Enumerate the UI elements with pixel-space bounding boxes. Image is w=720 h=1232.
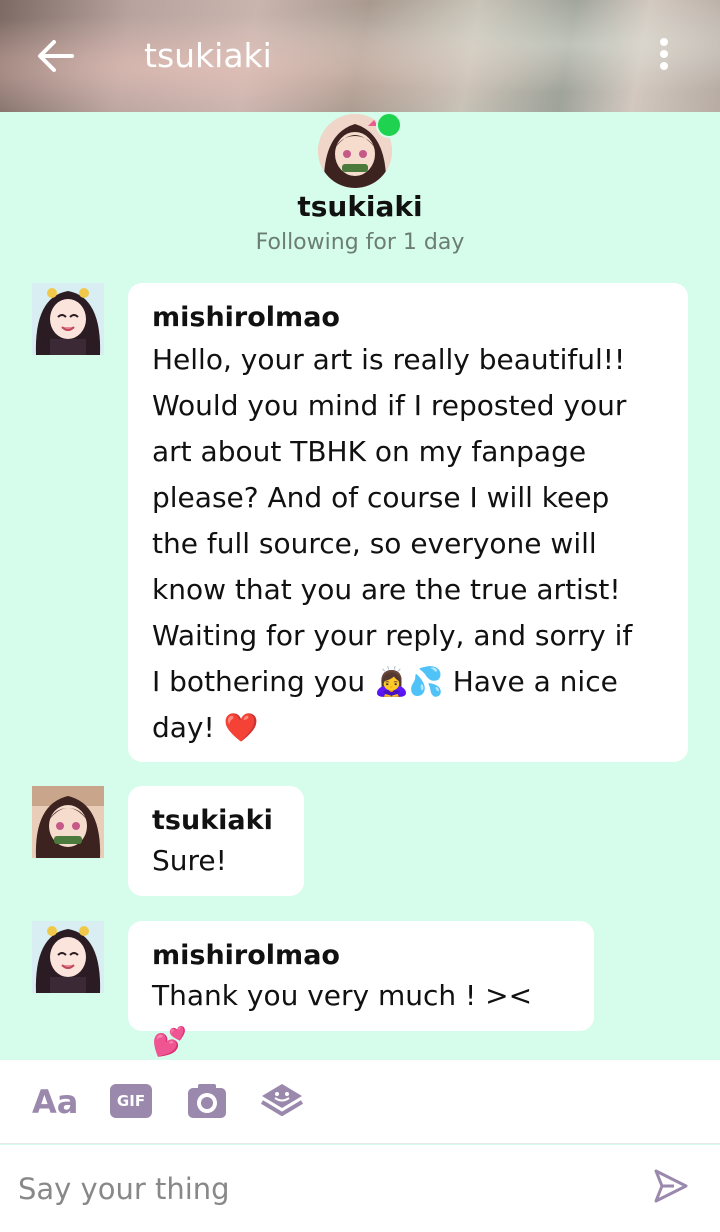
- camera-button[interactable]: [186, 1082, 228, 1122]
- message-line: I bothering you 🙇‍♀️💦 Have a nice: [152, 665, 618, 698]
- message-text: Hello, your art is really beautiful!! Wo…: [152, 337, 664, 751]
- message-line: Waiting for your reply, and sorry if: [152, 619, 633, 652]
- message-line: art about TBHK on my fanpage: [152, 435, 587, 468]
- message-line: the full source, so everyone will: [152, 527, 597, 560]
- chat-header: tsukiaki: [0, 0, 720, 112]
- sender-avatar[interactable]: [32, 921, 104, 993]
- following-duration: Following for 1 day: [255, 230, 465, 255]
- composer-toolbar: Aa GIF: [0, 1060, 720, 1144]
- message-line: Hello, your art is really beautiful!!: [152, 343, 626, 376]
- send-button[interactable]: [652, 1167, 690, 1205]
- composer: [0, 1145, 720, 1232]
- sender-avatar[interactable]: [32, 786, 104, 858]
- message-input[interactable]: [18, 1165, 618, 1213]
- message-text: Thank you very much ! >< 💕: [152, 973, 570, 1065]
- arrow-left-icon: [38, 40, 74, 72]
- message-bubble[interactable]: tsukiaki Sure!: [128, 786, 304, 896]
- avatar-illustration: [32, 786, 104, 858]
- message-bubble[interactable]: mishirolmao Hello, your art is really be…: [128, 283, 688, 762]
- message-line: Sure!: [152, 844, 227, 877]
- message-line: day! ❤️: [152, 711, 259, 744]
- gif-button[interactable]: GIF: [110, 1084, 152, 1118]
- send-icon: [654, 1169, 688, 1203]
- message-line: Would you mind if I reposted your: [152, 389, 627, 422]
- message-line: Thank you very much ! >< 💕: [152, 979, 533, 1058]
- more-options-button[interactable]: [650, 36, 678, 76]
- message-sender: mishirolmao: [152, 302, 340, 333]
- sender-avatar[interactable]: [32, 283, 104, 355]
- text-style-button[interactable]: Aa: [32, 1082, 80, 1122]
- message-line: please? And of course I will keep: [152, 481, 610, 514]
- message-sender: tsukiaki: [152, 805, 273, 836]
- profile-name[interactable]: tsukiaki: [0, 190, 720, 223]
- back-button[interactable]: [34, 36, 78, 76]
- message-line: know that you are the true artist!: [152, 573, 621, 606]
- avatar-illustration: [32, 921, 104, 993]
- more-vertical-icon: [650, 38, 678, 70]
- conversation-title[interactable]: tsukiaki: [144, 36, 272, 75]
- message-sender: mishirolmao: [152, 940, 340, 971]
- message-bubble[interactable]: mishirolmao Thank you very much ! >< 💕: [128, 921, 594, 1058]
- sticker-button[interactable]: [260, 1082, 304, 1122]
- avatar-illustration: [32, 283, 104, 355]
- online-status-indicator: [376, 112, 402, 138]
- camera-icon: [188, 1084, 226, 1118]
- sticker-icon: [260, 1084, 304, 1116]
- message-text: Sure!: [152, 838, 280, 884]
